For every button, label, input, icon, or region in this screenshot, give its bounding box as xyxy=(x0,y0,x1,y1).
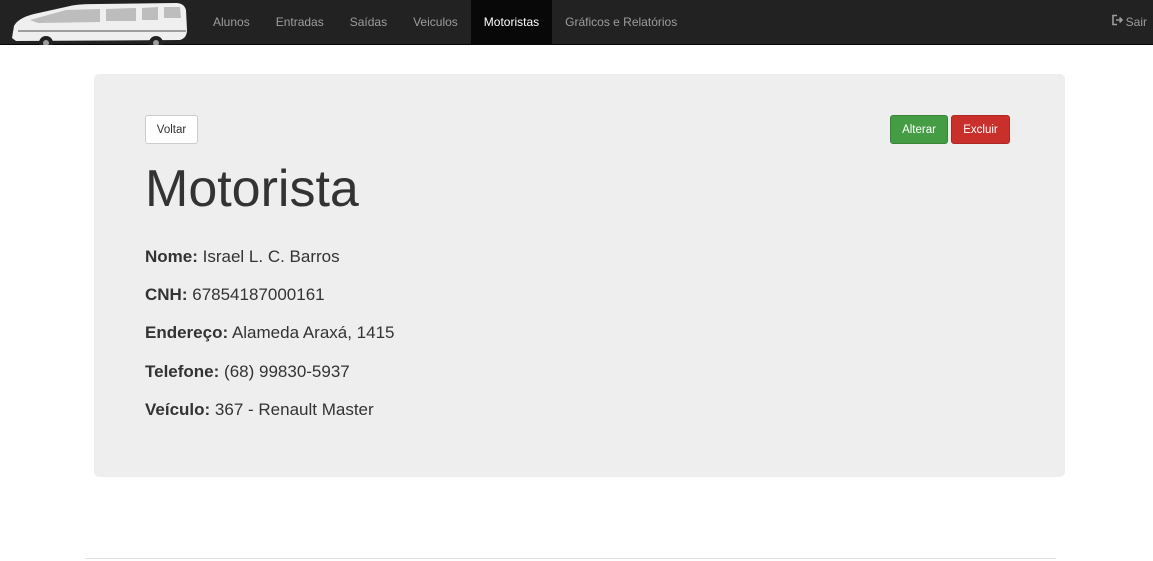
field-value: Israel L. C. Barros xyxy=(202,247,340,266)
nav-item-motoristas[interactable]: Motoristas xyxy=(470,0,553,44)
field-nome: Nome: Israel L. C. Barros xyxy=(145,246,340,268)
field-label: Nome: xyxy=(145,247,198,266)
nav-item-entradas[interactable]: Entradas xyxy=(263,0,337,44)
logout-link[interactable]: Sair xyxy=(1111,0,1147,44)
footer-divider xyxy=(85,558,1056,559)
field-cnh: CNH: 67854187000161 xyxy=(145,284,325,306)
field-value: 67854187000161 xyxy=(192,285,325,304)
nav-item-alunos[interactable]: Alunos xyxy=(200,0,263,44)
nav-item-graficos-relatorios[interactable]: Gráficos e Relatórios xyxy=(552,0,690,44)
field-label: Telefone: xyxy=(145,362,220,381)
field-label: CNH: xyxy=(145,285,188,304)
back-button[interactable]: Voltar xyxy=(145,115,198,144)
nav-menu: Alunos Entradas Saídas Veiculos Motorist… xyxy=(200,0,690,44)
field-label: Endereço: xyxy=(145,323,229,342)
top-navbar: Alunos Entradas Saídas Veiculos Motorist… xyxy=(0,0,1153,50)
field-value: (68) 99830-5937 xyxy=(224,362,350,381)
field-telefone: Telefone: (68) 99830-5937 xyxy=(145,361,350,383)
field-veiculo: Veículo: 367 - Renault Master xyxy=(145,399,374,421)
driver-detail-panel: Voltar Alterar Excluir Motorista Nome: I… xyxy=(94,74,1065,477)
nav-item-veiculos[interactable]: Veiculos xyxy=(400,0,471,44)
field-value: Alameda Araxá, 1415 xyxy=(231,323,395,342)
van-logo-icon[interactable] xyxy=(8,0,190,50)
field-label: Veículo: xyxy=(145,400,211,419)
edit-button[interactable]: Alterar xyxy=(890,115,948,144)
field-endereco: Endereço: Alameda Araxá, 1415 xyxy=(145,322,395,344)
nav-item-saidas[interactable]: Saídas xyxy=(337,0,400,44)
field-value: 367 - Renault Master xyxy=(214,400,374,419)
sign-out-icon xyxy=(1111,0,1123,44)
page-title: Motorista xyxy=(145,160,359,218)
delete-button[interactable]: Excluir xyxy=(951,115,1010,144)
logout-label: Sair xyxy=(1125,15,1147,29)
